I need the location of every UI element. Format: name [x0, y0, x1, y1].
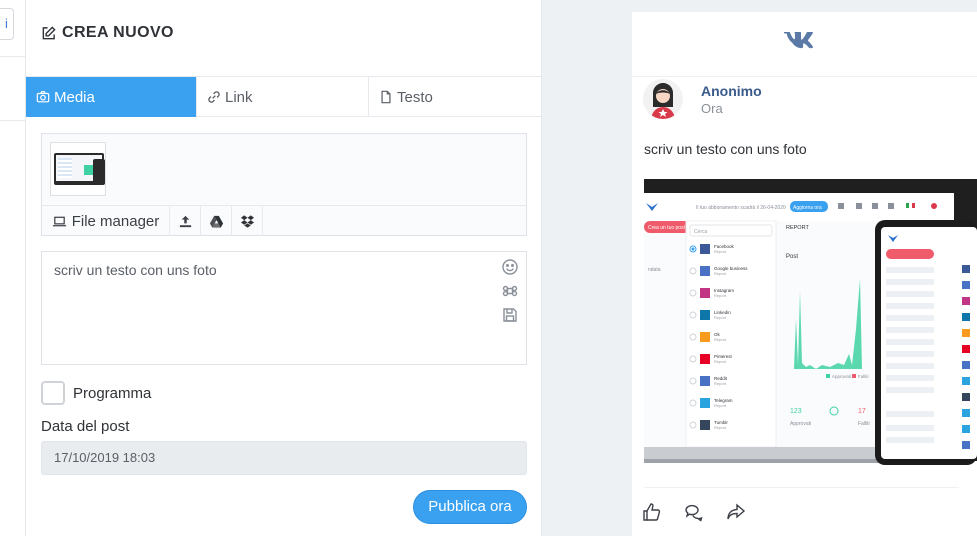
network-item-sub: Report — [714, 403, 727, 408]
svg-text:ndata: ndata — [648, 267, 661, 273]
network-item-sub: Report — [714, 249, 727, 254]
avatar-illustration — [643, 79, 683, 119]
post-image: Il tuo abbonamento scadrà il 26-04-2020 … — [644, 179, 977, 465]
svg-text:Crea un tuo post: Crea un tuo post — [648, 225, 686, 231]
post-text: scriv un testo con uns foto — [644, 141, 807, 157]
network-item-sub: Report — [714, 337, 727, 342]
divider — [0, 120, 26, 121]
post-time: Ora — [701, 101, 723, 116]
network-item-sub: Report — [714, 359, 727, 364]
post-image-illustration: Il tuo abbonamento scadrà il 26-04-2020 … — [644, 179, 977, 465]
upgrade-button-label: Aggiorna ora — [793, 205, 822, 211]
network-item-sub: Report — [714, 425, 727, 430]
google-drive-icon — [209, 215, 223, 228]
tab-link[interactable]: Link — [197, 77, 369, 117]
vk-logo-icon — [784, 32, 813, 49]
command-icon[interactable] — [501, 282, 519, 300]
post-editor-panel: CREA NUOVO Media Link Testo File manager — [26, 0, 542, 536]
date-label: Data del post — [41, 418, 130, 435]
media-box: File manager — [41, 133, 527, 236]
file-manager-label: File manager — [71, 212, 160, 230]
dropbox-button[interactable] — [232, 206, 263, 236]
camera-icon — [36, 91, 50, 103]
schedule-checkbox[interactable] — [41, 381, 65, 405]
file-manager-button[interactable]: File manager — [42, 206, 170, 236]
content-type-tabs: Media Link Testo — [26, 76, 542, 117]
tab-media-label: Media — [54, 88, 95, 106]
emoji-icon[interactable] — [501, 258, 519, 276]
vk-post-preview: Anonimo Ora scriv un testo con uns foto … — [632, 12, 977, 536]
like-icon[interactable] — [642, 502, 662, 522]
network-item-sub: Report — [714, 271, 727, 276]
post-text-value: scriv un testo con uns foto — [54, 262, 217, 278]
thumb-phone — [93, 159, 105, 185]
edit-icon — [42, 25, 56, 39]
sidebar-tab[interactable]: i — [0, 8, 14, 40]
divider — [644, 487, 959, 488]
chart-legend-approved: Approvati — [832, 374, 851, 379]
post-text-input[interactable]: scriv un testo con uns foto — [41, 251, 527, 365]
post-author[interactable]: Anonimo — [701, 83, 762, 99]
stat-failed-value: 17 — [858, 408, 866, 415]
save-icon[interactable] — [501, 306, 519, 324]
dropbox-icon — [240, 214, 254, 228]
schedule-label: Programma — [73, 384, 152, 402]
schedule-row: Programma — [41, 381, 151, 405]
media-thumbnail[interactable] — [50, 142, 106, 196]
divider — [0, 56, 26, 57]
publish-now-button[interactable]: Pubblica ora — [413, 490, 527, 524]
upload-icon — [179, 215, 191, 227]
date-field[interactable]: 17/10/2019 18:03 — [41, 441, 527, 475]
editor-title-text: CREA NUOVO — [62, 24, 174, 41]
link-icon — [208, 91, 220, 103]
tab-text-label: Testo — [397, 88, 433, 106]
divider — [632, 76, 977, 77]
text-tools — [501, 258, 519, 324]
avatar — [643, 79, 683, 119]
chart-legend-failed: Falliti — [858, 374, 869, 379]
search-placeholder: Cerca — [694, 229, 708, 235]
report-label: REPORT — [786, 225, 809, 231]
tab-link-label: Link — [225, 88, 253, 106]
network-item-sub: Report — [714, 381, 727, 386]
tab-text[interactable]: Testo — [369, 77, 541, 117]
google-drive-button[interactable] — [201, 206, 232, 236]
share-icon[interactable] — [726, 502, 746, 522]
thumb-list — [58, 158, 72, 178]
editor-title: CREA NUOVO — [41, 24, 174, 42]
file-icon — [381, 90, 391, 104]
svg-text:Il tuo abbonamento scadrà il 2: Il tuo abbonamento scadrà il 26-04-2020 — [696, 205, 786, 211]
stat-approved-label: Approvati — [790, 421, 811, 427]
network-item-sub: Report — [714, 293, 727, 298]
network-item-sub: Report — [714, 315, 727, 320]
left-sidebar-strip: i — [0, 0, 26, 536]
stat-approved-value: 123 — [790, 408, 802, 415]
chart-post-label: Post — [786, 254, 798, 260]
tab-media[interactable]: Media — [26, 77, 197, 117]
post-actions — [642, 502, 746, 522]
comment-icon[interactable] — [684, 502, 704, 522]
upload-button[interactable] — [170, 206, 201, 236]
stat-failed-label: Falliti — [858, 421, 870, 427]
laptop-icon — [52, 216, 66, 226]
media-toolbar: File manager — [42, 205, 526, 236]
